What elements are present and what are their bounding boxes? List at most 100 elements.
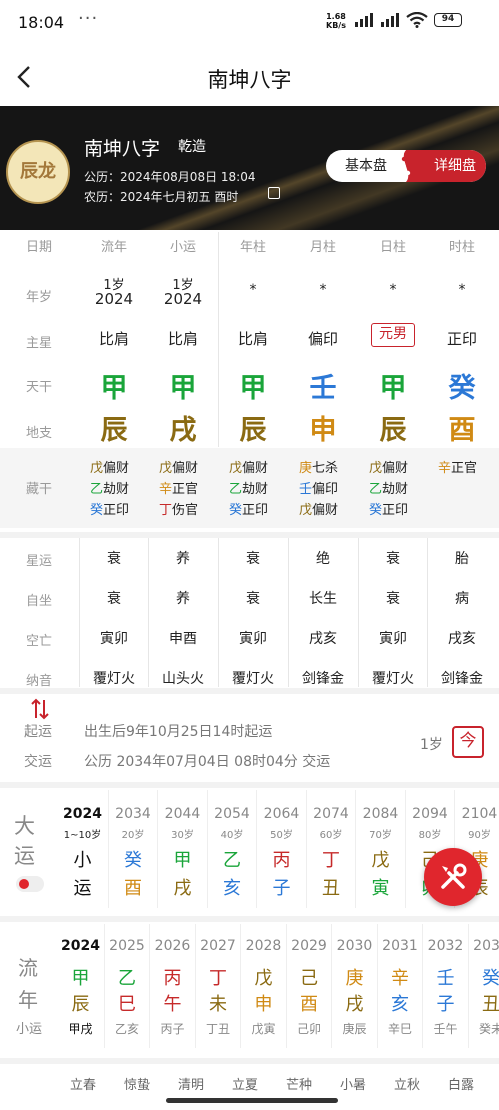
liunian-year: 2027 [200,938,236,954]
canggan-stem: 壬 [299,482,313,497]
dayun-year: 2044 [164,806,201,822]
jieqi-item[interactable]: 惊蛰 [124,1074,150,1093]
liunian-column[interactable]: 2028 戊申戊寅 [240,924,285,1048]
liunian-column[interactable]: 2029 己酉己卯 [285,924,331,1048]
home-indicator[interactable] [166,1098,338,1103]
dizhi-char: 申 [309,415,337,446]
canggan-item: 辛正官 [438,458,477,479]
liunian-section: 流年小运 2024 甲辰甲戌 2025 乙巳乙亥 2026 丙午丙子 2027 丁未丁丑 2028… [0,916,499,1054]
dayun-column[interactable]: 2074 60岁丁丑 [305,790,355,908]
col-header: 时柱 [448,240,475,255]
liunian-column[interactable]: 2033 癸丑癸未 [467,924,499,1048]
jieqi-item[interactable]: 立夏 [232,1074,258,1093]
dizhi-char: 辰 [239,415,267,446]
liunian-column[interactable]: 2026 丙午丙子 [149,924,194,1048]
liunian-xiaoyun: 壬午 [433,1022,458,1036]
row-label: 主星 [25,336,52,351]
canggan-stem: 戊 [90,461,104,476]
gender-label: 乾造 [178,139,206,155]
lunar-date: 农历：2024年七月初五 酉时 [84,190,239,204]
liunian-year: 2030 [336,938,373,954]
nian-sui-star: * [249,282,257,298]
dizhi-char: 酉 [448,415,476,446]
tiangan-char: 甲 [379,373,407,404]
detail-chart-button[interactable]: 详细盘 [406,150,486,182]
liunian-gan: 丙 [163,968,182,989]
nian-sui-star: * [319,282,327,298]
zizuo-value: 衰 [107,591,121,607]
dayun-title-2: 运 [14,844,35,868]
network-speed: 1.68 KB/s [326,12,346,30]
liunian-column[interactable]: 2024 甲辰甲戌 [58,924,103,1048]
section-divider [0,532,499,538]
dayun-gan: 丙 [272,850,291,871]
page-title: 南坤八字 [207,68,292,92]
tiangan-char: 甲 [169,373,197,404]
canggan-god: 正印 [103,503,130,518]
tiangan-char: 甲 [100,373,128,404]
liunian-zhi: 丑 [482,994,499,1015]
zhuxing-value: 正印 [446,330,477,348]
jieqi-item[interactable]: 芒种 [286,1074,312,1093]
status-time: 18:04 [18,13,65,32]
canggan-item: 辛正官 [159,479,198,500]
canggan-stem: 癸 [90,503,104,518]
swap-icon[interactable] [30,698,50,720]
dayun-column[interactable]: 2084 70岁戊寅 [355,790,404,908]
tools-fab-button[interactable] [424,848,482,906]
jieqi-item[interactable]: 立秋 [394,1074,420,1093]
nayin-value: 剑锋金 [441,671,483,687]
canggan-item: 戊偏财 [369,458,408,479]
liunian-column[interactable]: 2031 辛亥辛巳 [376,924,422,1048]
copy-icon[interactable] [268,187,280,199]
liunian-year: 2029 [291,938,327,954]
dayun-age: 80岁 [418,830,442,841]
liunian-column[interactable]: 2025 乙巳乙亥 [103,924,149,1048]
zhuxing-value: 比肩 [98,330,129,348]
nayin-value: 剑锋金 [302,671,344,687]
dayun-column[interactable]: 2064 50岁丙子 [256,790,305,908]
liunian-year: 2032 [427,938,464,954]
row-label: 天干 [25,380,52,395]
canggan-stem: 庚 [299,461,313,476]
liunian-column[interactable]: 2030 庚戌庚辰 [331,924,376,1048]
jiaoyun-text: 公历 2034年07月04日 08时04分 交运 [84,754,331,770]
liunian-zhi: 亥 [391,994,409,1015]
liunian-year: 2031 [382,938,418,954]
dayun-age: 1~10岁 [63,830,102,841]
nian-sui-year: 2024 [163,290,203,308]
jieqi-item[interactable]: 立春 [70,1074,96,1093]
liunian-zhi: 酉 [300,994,318,1015]
today-calendar-icon[interactable]: 今 [452,726,484,758]
canggan-god: 劫财 [103,482,130,497]
jieqi-item[interactable]: 白露 [448,1074,474,1093]
dayun-column[interactable]: 2044 30岁甲戌 [157,790,206,908]
liunian-xiaoyun: 丙子 [160,1022,185,1036]
jiaoyun-label: 交运 [24,754,52,770]
dayun-zhi: 戌 [173,878,192,899]
liunian-zhi: 子 [436,994,455,1015]
dizhi-char: 戌 [169,415,197,446]
dayun-column[interactable]: 2024 1~10岁小运 [58,790,107,908]
jieqi-item[interactable]: 小暑 [340,1074,366,1093]
qiyun-text: 出生后9年10月25日14时起运 [84,724,273,740]
liunian-year: 2024 [61,938,100,954]
nayin-value: 覆灯火 [232,671,274,687]
zhuxing-value: 偏印 [307,330,338,348]
col-header: 小运 [169,240,196,255]
canggan-god: 正印 [382,503,409,518]
dayun-age: 60岁 [319,830,343,841]
liunian-year: 2026 [154,938,191,954]
liunian-zhi: 辰 [71,994,90,1015]
chart-mode-toggle[interactable]: 基本盘 详细盘 [326,150,486,182]
jieqi-item[interactable]: 清明 [178,1074,204,1093]
dayun-column[interactable]: 2034 20岁癸酉 [107,790,157,908]
liunian-column[interactable]: 2027 丁未丁丑 [194,924,240,1048]
liunian-column[interactable]: 2032 壬子壬午 [422,924,467,1048]
zodiac-badge: 辰龙 [6,140,70,204]
canggan-god: 偏财 [172,461,199,476]
canggan-stem: 癸 [229,503,243,518]
canggan-god: 劫财 [382,482,409,497]
dayun-column[interactable]: 2054 40岁乙亥 [206,790,256,908]
canggan-stem: 辛 [438,461,452,476]
